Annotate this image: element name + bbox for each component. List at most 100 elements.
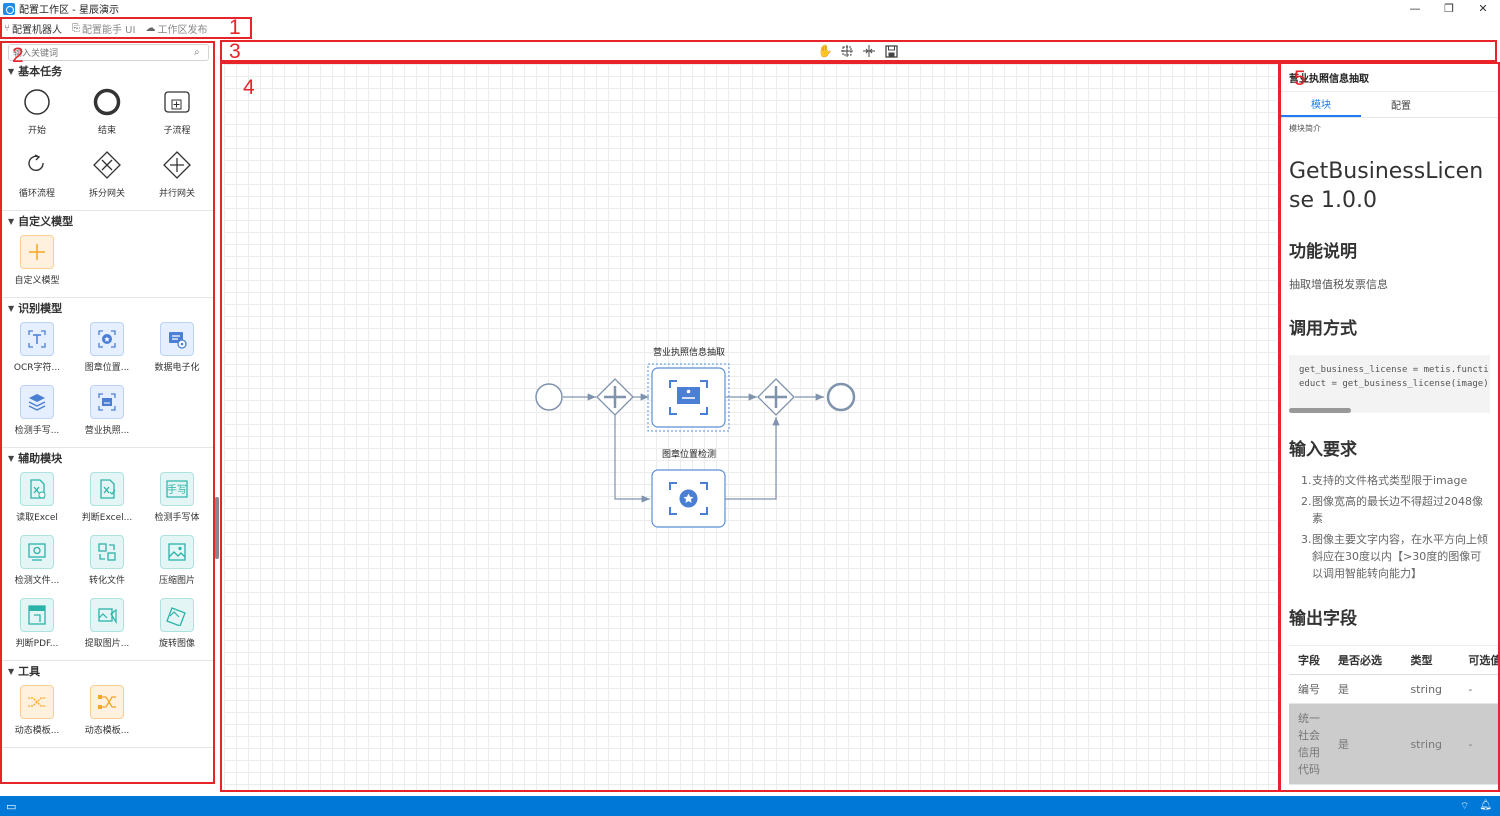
palette-item[interactable]: 自定义模型 bbox=[2, 231, 72, 294]
section-header[interactable]: ▼ 工具 bbox=[2, 661, 213, 681]
compress-image-icon bbox=[160, 535, 194, 569]
palette-item[interactable]: 检测手写... bbox=[2, 381, 72, 444]
palette-item[interactable]: 读取Excel bbox=[2, 468, 72, 531]
palette-item[interactable]: 手写 检测手写体 bbox=[142, 468, 212, 531]
item-label: 动态模板... bbox=[84, 726, 130, 736]
item-label: 动态模板... bbox=[14, 726, 60, 736]
palette-item[interactable]: 压缩图片 bbox=[142, 531, 212, 594]
section-header[interactable]: ▼ 自定义模型 bbox=[2, 211, 213, 231]
extract-image-icon bbox=[90, 598, 124, 632]
menu-publish-workspace[interactable]: ☁ 工作区发布 bbox=[145, 21, 207, 36]
palette-item[interactable]: 并行网关 bbox=[142, 144, 212, 207]
rotate-image-icon bbox=[160, 598, 194, 632]
tab-module[interactable]: 模块 bbox=[1281, 92, 1361, 117]
menu-configure-ui[interactable]: ⎘ 配置能手 UI bbox=[72, 21, 135, 36]
close-button[interactable]: ✕ bbox=[1466, 0, 1500, 17]
palette-item[interactable]: 营业执照... bbox=[72, 381, 142, 444]
save-icon[interactable] bbox=[883, 43, 899, 59]
table-cell: 是 bbox=[1329, 674, 1402, 704]
branch-icon: ⑂ bbox=[4, 22, 10, 34]
judge-pdf-icon bbox=[20, 598, 54, 632]
item-label: 图章位置... bbox=[84, 363, 130, 373]
palette-item[interactable]: 判断PDF... bbox=[2, 594, 72, 657]
seal-detect-icon bbox=[90, 322, 124, 356]
caret-down-icon: ▼ bbox=[8, 666, 15, 676]
app-logo-icon bbox=[3, 2, 15, 15]
task-seal-detection bbox=[651, 469, 726, 528]
section-title: 自定义模型 bbox=[18, 215, 74, 228]
start-event bbox=[535, 383, 563, 411]
add-model-icon bbox=[20, 235, 54, 269]
search-input[interactable] bbox=[13, 47, 194, 58]
lasso-tool-icon[interactable] bbox=[839, 43, 855, 59]
palette-item[interactable]: 检测文件... bbox=[2, 531, 72, 594]
palette-item[interactable]: 提取图片... bbox=[72, 594, 142, 657]
table-cell: 编号 bbox=[1289, 674, 1329, 704]
palette-item[interactable]: 转化文件 bbox=[72, 531, 142, 594]
license-icon bbox=[90, 385, 124, 419]
module-doc: GetBusinessLicense 1.0.0 功能说明 抽取增值税发票信息 … bbox=[1281, 157, 1498, 790]
palette-item[interactable]: 图章位置... bbox=[72, 318, 142, 381]
menu-configure-robot[interactable]: ⑂ 配置机器人 bbox=[4, 21, 62, 36]
palette-item[interactable]: 动态模板... bbox=[2, 681, 72, 744]
annotation-number-1: 1 bbox=[229, 16, 241, 39]
table-header: 可选值 bbox=[1459, 645, 1498, 675]
space-tool-icon[interactable] bbox=[861, 43, 877, 59]
item-label: 并行网关 bbox=[158, 189, 195, 199]
caret-down-icon: ▼ bbox=[8, 453, 15, 463]
menu-label: 配置能手 UI bbox=[82, 24, 136, 36]
panel-tabs: 模块 配置 bbox=[1281, 92, 1498, 118]
output-heading: 输出字段 bbox=[1289, 609, 1357, 629]
item-label: 拆分网关 bbox=[88, 189, 125, 199]
parallel-gateway-icon bbox=[160, 148, 194, 182]
table-header: 类型 bbox=[1401, 645, 1460, 675]
palette-item[interactable]: 判断Excel... bbox=[72, 468, 142, 531]
flow-canvas[interactable]: 营业执照信息抽取 图章位置检测 bbox=[224, 64, 1277, 790]
section-title: 辅助模块 bbox=[18, 452, 63, 465]
palette-item[interactable]: 动态模板... bbox=[72, 681, 142, 744]
tab-config[interactable]: 配置 bbox=[1361, 92, 1441, 117]
hand-tool-icon[interactable]: ✋ bbox=[817, 43, 833, 59]
notification-icon[interactable]: 🔔︎ bbox=[1479, 800, 1492, 813]
palette-item[interactable]: OCR字符... bbox=[2, 318, 72, 381]
section-header[interactable]: ▼ 基本任务 bbox=[2, 61, 213, 81]
palette-item[interactable]: 拆分网关 bbox=[72, 144, 142, 207]
palette-item[interactable]: 数据电子化 bbox=[142, 318, 212, 381]
palette-item[interactable]: 循环流程 bbox=[2, 144, 72, 207]
item-label: 旋转图像 bbox=[158, 639, 195, 649]
code-block[interactable]: get_business_license = metis.functi educ… bbox=[1289, 355, 1490, 413]
edit-icon: ⎘ bbox=[72, 22, 80, 34]
properties-panel: 营业执照信息抽取 模块 配置 模块简介 GetBusinessLicense 1… bbox=[1281, 64, 1498, 790]
status-bar: ▭ ⌔ 🔔︎ bbox=[0, 796, 1500, 816]
task-license-extraction bbox=[647, 363, 730, 432]
item-label: 压缩图片 bbox=[158, 576, 195, 586]
section-header[interactable]: ▼ 识别模型 bbox=[2, 298, 213, 318]
monitor-icon[interactable]: ▭ bbox=[6, 800, 16, 813]
subprocess-icon bbox=[160, 85, 194, 119]
wifi-icon[interactable]: ⌔ bbox=[1460, 800, 1469, 813]
detect-file-icon bbox=[20, 535, 54, 569]
minimize-button[interactable]: — bbox=[1398, 0, 1432, 17]
panel-title: 营业执照信息抽取 bbox=[1281, 64, 1498, 92]
palette-item[interactable]: 子流程 bbox=[142, 81, 212, 144]
list-text: 支持的文件格式类型限于image bbox=[1312, 474, 1468, 487]
list-item: 3. 图像主要文字内容，在水平方向上倾斜应在30度以内【>30度的图像可以调用智能… bbox=[1301, 533, 1488, 580]
section-header[interactable]: ▼ 辅助模块 bbox=[2, 448, 213, 468]
item-label: 检测手写体 bbox=[154, 513, 200, 523]
section-title: 工具 bbox=[18, 665, 41, 678]
palette-item[interactable]: 结束 bbox=[72, 81, 142, 144]
table-header: 字段 bbox=[1289, 645, 1329, 675]
exclusive-gateway-icon bbox=[90, 148, 124, 182]
maximize-button[interactable]: ❐ bbox=[1432, 0, 1466, 17]
palette-item[interactable]: 开始 bbox=[2, 81, 72, 144]
palette-scrollbar[interactable] bbox=[215, 497, 219, 559]
table-cell: 名称 bbox=[1289, 784, 1329, 790]
shuffle-alt-icon bbox=[90, 685, 124, 719]
search-icon[interactable]: ⌕ bbox=[194, 47, 208, 58]
code-scrollbar[interactable] bbox=[1289, 408, 1351, 413]
table-row: 统一社会信用代码 是 string - bbox=[1289, 703, 1498, 785]
section-title: 基本任务 bbox=[18, 65, 63, 78]
item-label: 自定义模型 bbox=[14, 276, 60, 286]
palette-item[interactable]: 旋转图像 bbox=[142, 594, 212, 657]
annotation-number-2: 2 bbox=[12, 44, 24, 67]
